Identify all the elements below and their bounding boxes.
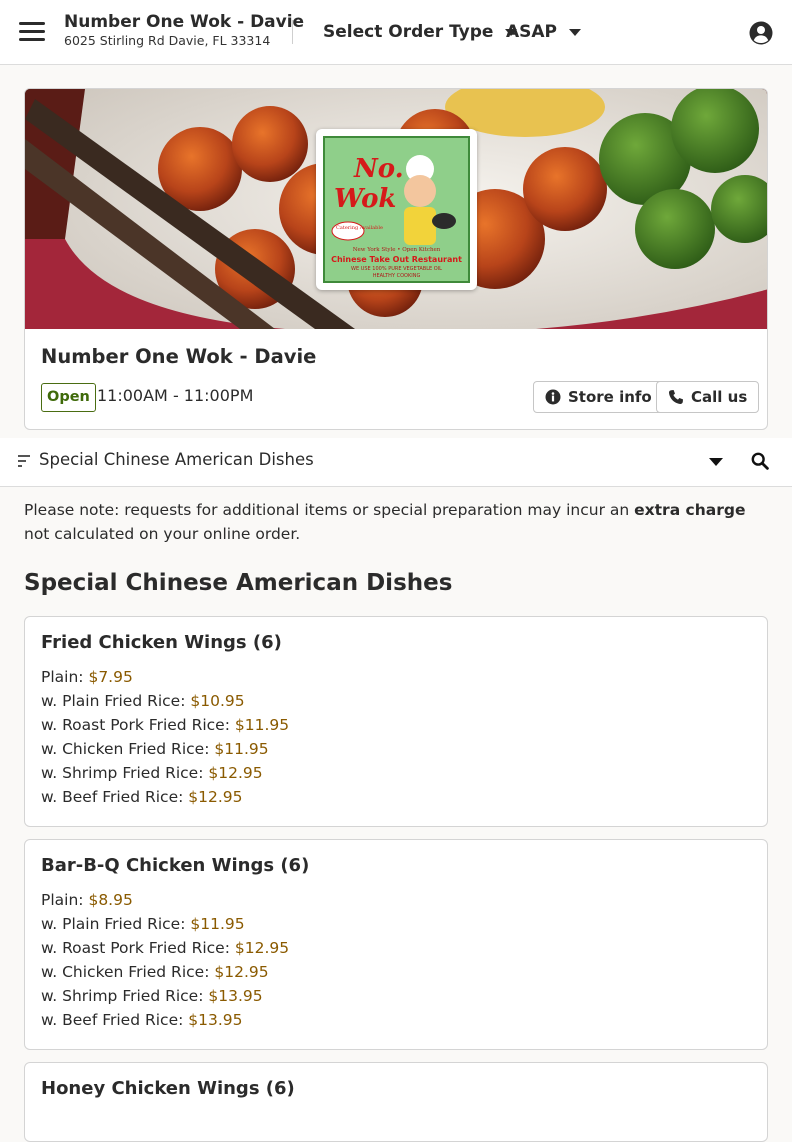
option-label: w. Plain Fried Rice: [41,692,186,710]
option-label: w. Beef Fried Rice: [41,788,184,806]
menu-item-card[interactable]: Honey Chicken Wings (6) [24,1062,768,1142]
menu-section-title: Special Chinese American Dishes [24,570,453,596]
logo-text-subtitle: New York Style • Open Kitchen [353,247,441,253]
logo-text-healthy: HEALTHY COOKING [373,273,421,279]
store-info-label: Store info [568,388,652,406]
search-icon[interactable] [751,452,769,470]
price-option: w. Beef Fried Rice: $13.95 [41,1011,243,1029]
price-option: w. Plain Fried Rice: $11.95 [41,915,245,933]
option-price: $10.95 [190,692,245,710]
header-divider [292,20,293,44]
price-option: Plain: $8.95 [41,891,133,909]
menu-item-name: Honey Chicken Wings (6) [41,1078,295,1099]
price-option: w. Roast Pork Fried Rice: $11.95 [41,716,289,734]
order-type-dropdown[interactable]: Select Order Type [323,19,518,45]
option-price: $11.95 [214,740,269,758]
restaurant-logo-image: No. 1 Wok Catering Available New York St… [323,136,470,283]
store-hours: 11:00AM - 11:00PM [97,386,254,405]
logo-text-oil: WE USE 100% PURE VEGETABLE OIL [351,266,442,272]
order-time-label: ASAP [506,22,558,42]
option-price: $12.95 [188,788,243,806]
category-dropdown-caret-icon[interactable] [709,458,723,466]
option-price: $8.95 [88,891,133,909]
user-circle-icon[interactable] [749,21,773,45]
option-label: w. Chicken Fried Rice: [41,963,210,981]
option-label: w. Roast Pork Fried Rice: [41,939,230,957]
option-label: Plain: [41,891,84,909]
option-label: w. Plain Fried Rice: [41,915,186,933]
restaurant-logo: No. 1 Wok Catering Available New York St… [316,129,477,290]
price-option: w. Chicken Fried Rice: $12.95 [41,963,269,981]
notice-text-before: Please note: requests for additional ite… [24,501,635,519]
price-option: w. Roast Pork Fried Rice: $12.95 [41,939,289,957]
call-us-label: Call us [691,388,748,406]
header-store-name[interactable]: Number One Wok - Davie [64,12,304,32]
call-us-button[interactable]: Call us [656,381,760,413]
menu-item-card[interactable]: Fried Chicken Wings (6) Plain: $7.95 w. … [24,616,768,827]
option-price: $11.95 [190,915,245,933]
price-option: Plain: $7.95 [41,668,133,686]
chevron-down-icon [569,28,582,36]
option-price: $13.95 [208,987,263,1005]
price-option: w. Chicken Fried Rice: $11.95 [41,740,269,758]
logo-text-name: Chinese Take Out Restaurant [331,255,462,264]
price-option: w. Beef Fried Rice: $12.95 [41,788,243,806]
option-label: Plain: [41,668,84,686]
option-price: $7.95 [88,668,133,686]
price-option: w. Plain Fried Rice: $10.95 [41,692,245,710]
store-info-button[interactable]: Store info [533,381,664,413]
hamburger-menu-icon[interactable] [19,22,45,42]
option-label: w. Roast Pork Fried Rice: [41,716,230,734]
store-card-title: Number One Wok - Davie [41,345,317,368]
option-price: $13.95 [188,1011,243,1029]
menu-item-card[interactable]: Bar-B-Q Chicken Wings (6) Plain: $8.95 w… [24,839,768,1050]
option-label: w. Beef Fried Rice: [41,1011,184,1029]
info-icon [545,389,561,405]
logo-text-wok: Wok [334,184,396,214]
price-option: w. Shrimp Fried Rice: $13.95 [41,987,263,1005]
option-label: w. Shrimp Fried Rice: [41,764,204,782]
menu-item-name: Fried Chicken Wings (6) [41,632,282,653]
notice-text-after: not calculated on your online order. [24,525,301,543]
menu-item-name: Bar-B-Q Chicken Wings (6) [41,855,310,876]
open-status-badge: Open [41,383,96,412]
phone-icon [669,390,683,404]
top-navigation-bar: Number One Wok - Davie 6025 Stirling Rd … [0,0,792,65]
option-price: $12.95 [234,939,290,957]
option-label: w. Chicken Fried Rice: [41,740,210,758]
extra-charge-notice: Please note: requests for additional ite… [24,498,764,546]
price-option: w. Shrimp Fried Rice: $12.95 [41,764,263,782]
selected-category-label[interactable]: Special Chinese American Dishes [39,450,314,469]
option-price: $12.95 [214,963,269,981]
store-info-card: No. 1 Wok Catering Available New York St… [24,88,768,430]
option-label: w. Shrimp Fried Rice: [41,987,204,1005]
order-type-label: Select Order Type [323,22,494,42]
option-price: $12.95 [208,764,263,782]
order-time-dropdown[interactable]: ASAP [506,19,582,45]
notice-emphasis: extra charge [634,501,746,519]
sort-icon [18,455,30,467]
option-price: $11.95 [234,716,290,734]
header-store-address: 6025 Stirling Rd Davie, FL 33314 [64,33,271,48]
logo-text-catering: Catering Available [336,225,383,231]
